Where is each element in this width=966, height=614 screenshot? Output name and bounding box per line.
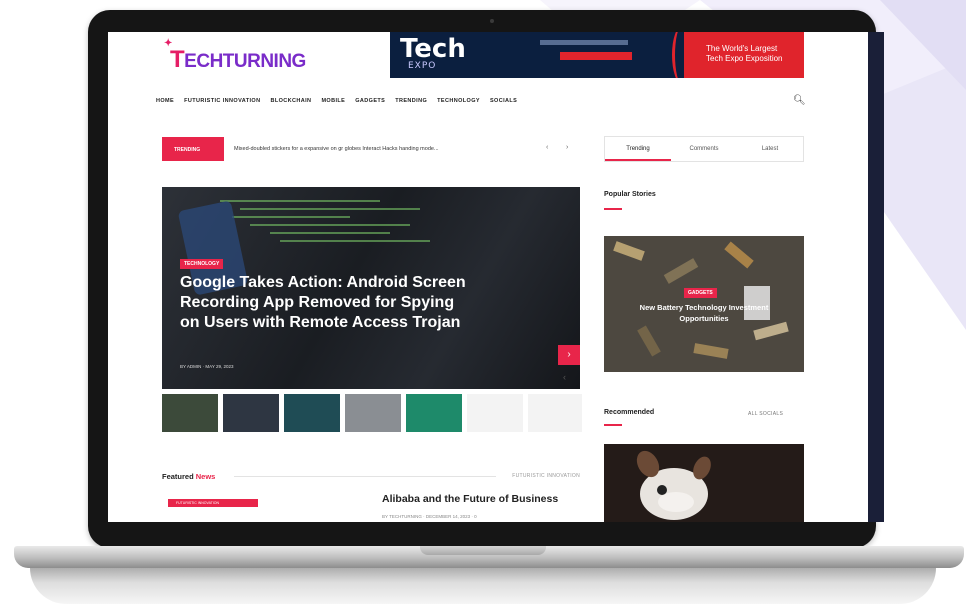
popular-stories-heading: Popular Stories — [604, 191, 656, 198]
tab-latest[interactable]: Latest — [737, 137, 803, 161]
article-category-badge[interactable]: FUTURISTIC INNOVATION — [168, 499, 258, 507]
nav-item-futuristic-innovation[interactable]: FUTURISTIC INNOVATION — [184, 98, 260, 104]
news-ticker: TRENDING Mixed-doubled stickers for a ex… — [162, 137, 582, 161]
thumbnail[interactable] — [345, 394, 401, 432]
thumbnail[interactable] — [467, 394, 523, 432]
main-nav: HOME FUTURISTIC INNOVATION BLOCKCHAIN MO… — [156, 98, 517, 104]
thumbnail[interactable] — [162, 394, 218, 432]
popular-story-card[interactable]: GADGETS New Battery Technology Investmen… — [604, 236, 804, 372]
robot-dog-image — [636, 450, 711, 520]
banner-brand: Tech EXPO — [400, 34, 466, 71]
featured-news-header: Featured News FUTURISTIC INNOVATION — [162, 472, 580, 481]
heading-underline — [604, 424, 622, 426]
chevron-left-icon[interactable]: ‹ — [546, 144, 556, 154]
hero-category-badge[interactable]: TECHNOLOGY — [180, 259, 224, 269]
popular-story-title[interactable]: New Battery Technology Investment Opport… — [624, 302, 784, 324]
hero-meta: BY ADMIN · MAY 29, 2023 — [180, 364, 234, 369]
recommended-heading: Recommended — [604, 409, 655, 416]
webcam-icon — [490, 19, 494, 23]
slider-prev-button[interactable]: ‹ — [563, 372, 566, 382]
ticker-badge: TRENDING — [162, 137, 224, 161]
heading-underline — [604, 208, 622, 210]
nav-item-gadgets[interactable]: GADGETS — [355, 98, 385, 104]
laptop-shadow — [30, 568, 936, 604]
recommended-card[interactable] — [604, 444, 804, 522]
thumbnail[interactable] — [528, 394, 582, 432]
nav-item-home[interactable]: HOME — [156, 98, 174, 104]
slider-thumbnails — [162, 394, 582, 432]
popular-category-badge[interactable]: GADGETS — [684, 288, 717, 298]
thumbnail[interactable] — [284, 394, 340, 432]
banner-text-line — [540, 40, 628, 45]
thumbnail[interactable] — [406, 394, 462, 432]
ticker-headline[interactable]: Mixed-doubled stickers for a expansive o… — [234, 146, 439, 152]
nav-item-socials[interactable]: SOCIALS — [490, 98, 517, 104]
chevron-right-icon[interactable]: › — [566, 144, 576, 154]
nav-item-trending[interactable]: TRENDING — [395, 98, 427, 104]
banner-cta-button[interactable] — [560, 52, 632, 60]
article-meta: BY TECHTURNING · DECEMBER 14, 2023 · 0 — [382, 514, 477, 519]
nav-item-technology[interactable]: TECHNOLOGY — [437, 98, 480, 104]
ad-banner[interactable]: Tech EXPO The World's Largest Tech Expo … — [390, 32, 804, 78]
thumbnail[interactable] — [223, 394, 279, 432]
search-icon[interactable]: 🔍︎ — [793, 95, 806, 106]
article-title[interactable]: Alibaba and the Future of Business — [382, 493, 558, 505]
spark-icon: ✦ — [164, 38, 172, 49]
laptop-opening-notch — [420, 546, 546, 555]
banner-tagline: The World's Largest Tech Expo Exposition — [684, 32, 804, 78]
hero-title[interactable]: Google Takes Action: Android Screen Reco… — [180, 273, 470, 333]
featured-filter[interactable]: FUTURISTIC INNOVATION — [512, 473, 580, 479]
window-edge — [868, 32, 884, 522]
divider — [234, 476, 496, 477]
recommended-filter[interactable]: ALL SOCIALS — [748, 411, 783, 417]
tab-comments[interactable]: Comments — [671, 137, 737, 161]
tab-trending[interactable]: Trending — [605, 137, 671, 161]
laptop-screen: ✦ TECHTURNING Tech EXPO The World's Larg… — [108, 32, 884, 522]
nav-item-blockchain[interactable]: BLOCKCHAIN — [270, 98, 311, 104]
sidebar-tabs: Trending Comments Latest — [604, 136, 804, 162]
site-logo[interactable]: ✦ TECHTURNING — [164, 38, 306, 74]
hero-slider[interactable]: TECHNOLOGY Google Takes Action: Android … — [162, 187, 580, 389]
nav-item-mobile[interactable]: MOBILE — [321, 98, 345, 104]
slider-next-button[interactable]: › — [558, 345, 580, 365]
